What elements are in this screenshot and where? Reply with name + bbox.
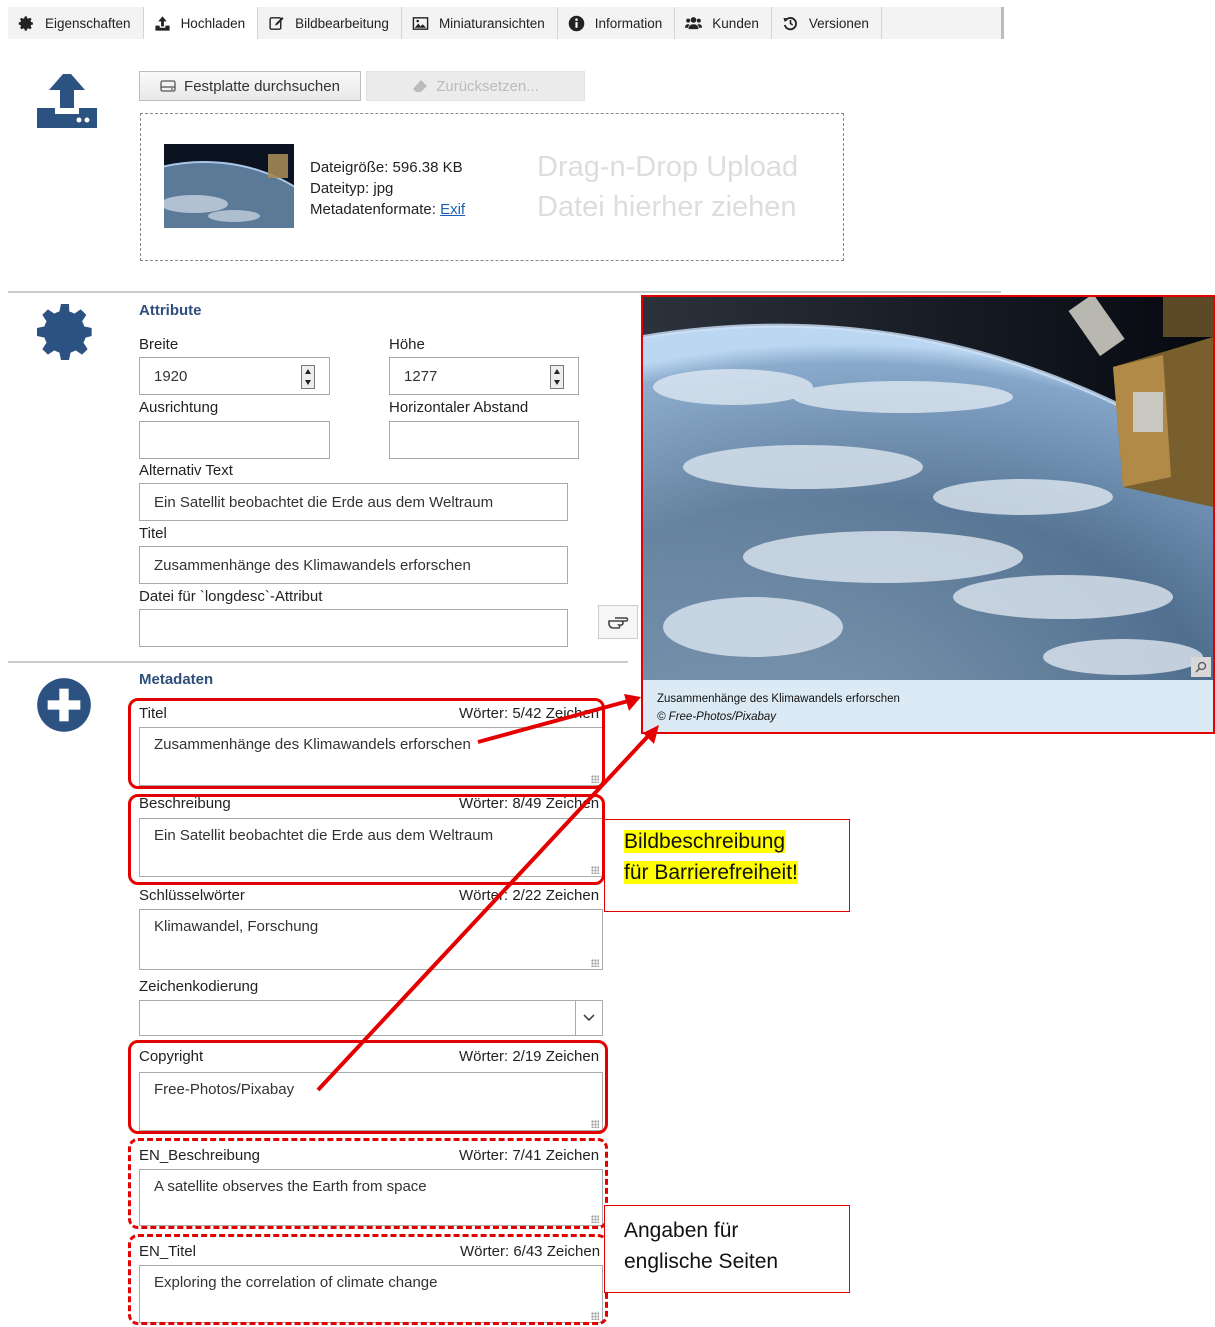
upload-icon (37, 74, 97, 128)
tab-bildbearbeitung[interactable]: Bildbearbeitung (258, 7, 402, 39)
zoom-icon[interactable] (1191, 657, 1211, 677)
metadata-title: Metadaten (139, 671, 214, 688)
metadata-formats: Metadatenformate: Exif (310, 199, 465, 220)
file-info: Dateigröße: 596.38 KB Dateityp: jpg Meta… (310, 157, 465, 220)
accessibility-callout: Bildbeschreibung für Barrierefreiheit! (604, 819, 850, 912)
height-value: 1277 (404, 367, 438, 385)
width-label: Breite (139, 336, 179, 353)
dropzone-line-2: Datei hierher ziehen (537, 191, 797, 223)
gear-icon (18, 15, 33, 31)
tab-label: Hochladen (180, 15, 246, 31)
preview-credit: © Free-Photos/Pixabay (657, 711, 777, 723)
browse-label: Festplatte durchsuchen (184, 77, 340, 95)
chevron-down-icon[interactable] (575, 1001, 602, 1035)
meta-keywords-count: Wörter: 2/22 Zeichen (459, 887, 600, 904)
dropzone-line-1: Drag-n-Drop Upload (537, 151, 799, 183)
longdesc-label: Datei für `longdesc`-Attribut (139, 588, 323, 605)
gear-icon (37, 304, 92, 360)
hspace-input[interactable] (389, 421, 579, 459)
upload-icon (154, 15, 170, 31)
tab-label: Kunden (712, 15, 759, 31)
annotation-frame-copyright (128, 1040, 608, 1134)
encoding-select[interactable] (139, 1000, 603, 1036)
file-thumbnail (164, 144, 294, 228)
tab-miniaturansichten[interactable]: Miniaturansichten (402, 7, 558, 39)
tab-label: Miniaturansichten (438, 15, 545, 31)
width-spinner[interactable] (301, 365, 315, 389)
longdesc-input[interactable] (139, 609, 568, 647)
plus-circle-icon (37, 678, 91, 732)
exif-link[interactable]: Exif (440, 201, 465, 218)
english-callout: Angaben für englische Seiten (604, 1205, 850, 1293)
tab-label: Eigenschaften (45, 15, 131, 31)
title-attr-label: Titel (139, 525, 167, 542)
width-value: 1920 (154, 367, 188, 385)
hspace-label: Horizontaler Abstand (389, 399, 529, 416)
users-icon (685, 16, 703, 29)
hand-pointer-icon (608, 617, 629, 629)
pick-file-button[interactable] (598, 605, 638, 639)
reset-label: Zurücksetzen... (436, 77, 539, 95)
history-icon (783, 16, 797, 30)
tab-kunden[interactable]: Kunden (675, 7, 772, 39)
tab-bar: Eigenschaften Hochladen Bildbearbeitung … (8, 7, 1004, 39)
callout-accessibility-line-2: für Barrierefreiheit! (624, 861, 798, 884)
divider (8, 291, 1001, 293)
annotation-frame-en-title (128, 1234, 608, 1325)
browse-button[interactable]: Festplatte durchsuchen (139, 71, 361, 101)
resize-handle[interactable] (591, 959, 599, 967)
align-label: Ausrichtung (139, 399, 219, 416)
tab-label: Information (594, 15, 663, 31)
file-size: Dateigröße: 596.38 KB (310, 159, 463, 176)
eraser-icon (413, 80, 428, 92)
alt-text-value: Ein Satellit beobachtet die Erde aus dem… (154, 493, 494, 511)
encoding-label: Zeichenkodierung (139, 978, 259, 995)
callout-english-line-2: englische Seiten (624, 1250, 779, 1273)
dropzone-text: Drag-n-Drop Upload Datei hierher ziehen (537, 147, 798, 227)
harddrive-icon (160, 80, 176, 92)
tab-label: Bildbearbeitung (295, 15, 389, 31)
earth-thumbnail-image (164, 144, 294, 228)
reset-button[interactable]: Zurücksetzen... (366, 71, 585, 101)
alt-text-input[interactable]: Ein Satellit beobachtet die Erde aus dem… (139, 483, 568, 521)
tab-versionen[interactable]: Versionen (772, 7, 882, 39)
title-attr-input[interactable]: Zusammenhänge des Klimawandels erforsche… (139, 546, 568, 584)
height-label: Höhe (389, 336, 425, 353)
preview-caption: Zusammenhänge des Klimawandels erforsche… (657, 693, 900, 705)
attributes-title: Attribute (139, 302, 202, 319)
edit-icon (269, 16, 284, 30)
callout-accessibility-line-1: Bildbeschreibung (624, 830, 786, 853)
file-type: Dateityp: jpg (310, 180, 394, 197)
tab-eigenschaften[interactable]: Eigenschaften (8, 7, 144, 39)
align-input[interactable] (139, 421, 330, 459)
tab-information[interactable]: Information (558, 7, 676, 39)
meta-keywords-textarea[interactable]: Klimawandel, Forschung (139, 909, 603, 970)
meta-keywords-label: Schlüsselwörter (139, 887, 245, 904)
image-icon (412, 16, 429, 30)
arrowhead-title (624, 694, 641, 711)
width-input[interactable]: 1920 (139, 357, 330, 395)
tab-label: Versionen (808, 15, 869, 31)
image-preview: Zusammenhänge des Klimawandels erforsche… (641, 295, 1215, 734)
earth-preview-image (643, 297, 1213, 680)
metadata-formats-label: Metadatenformate: (310, 201, 441, 218)
alt-text-label: Alternativ Text (139, 462, 233, 479)
divider (8, 661, 628, 663)
annotation-frame-description (128, 794, 605, 885)
info-icon (568, 15, 585, 31)
callout-english-line-1: Angaben für (624, 1219, 739, 1242)
annotation-frame-title (128, 698, 605, 789)
height-spinner[interactable] (550, 365, 564, 389)
meta-keywords-value: Klimawandel, Forschung (154, 918, 319, 935)
height-input[interactable]: 1277 (389, 357, 579, 395)
title-attr-value: Zusammenhänge des Klimawandels erforsche… (154, 556, 471, 574)
tab-hochladen[interactable]: Hochladen (143, 7, 259, 39)
annotation-frame-en-description (128, 1138, 608, 1229)
